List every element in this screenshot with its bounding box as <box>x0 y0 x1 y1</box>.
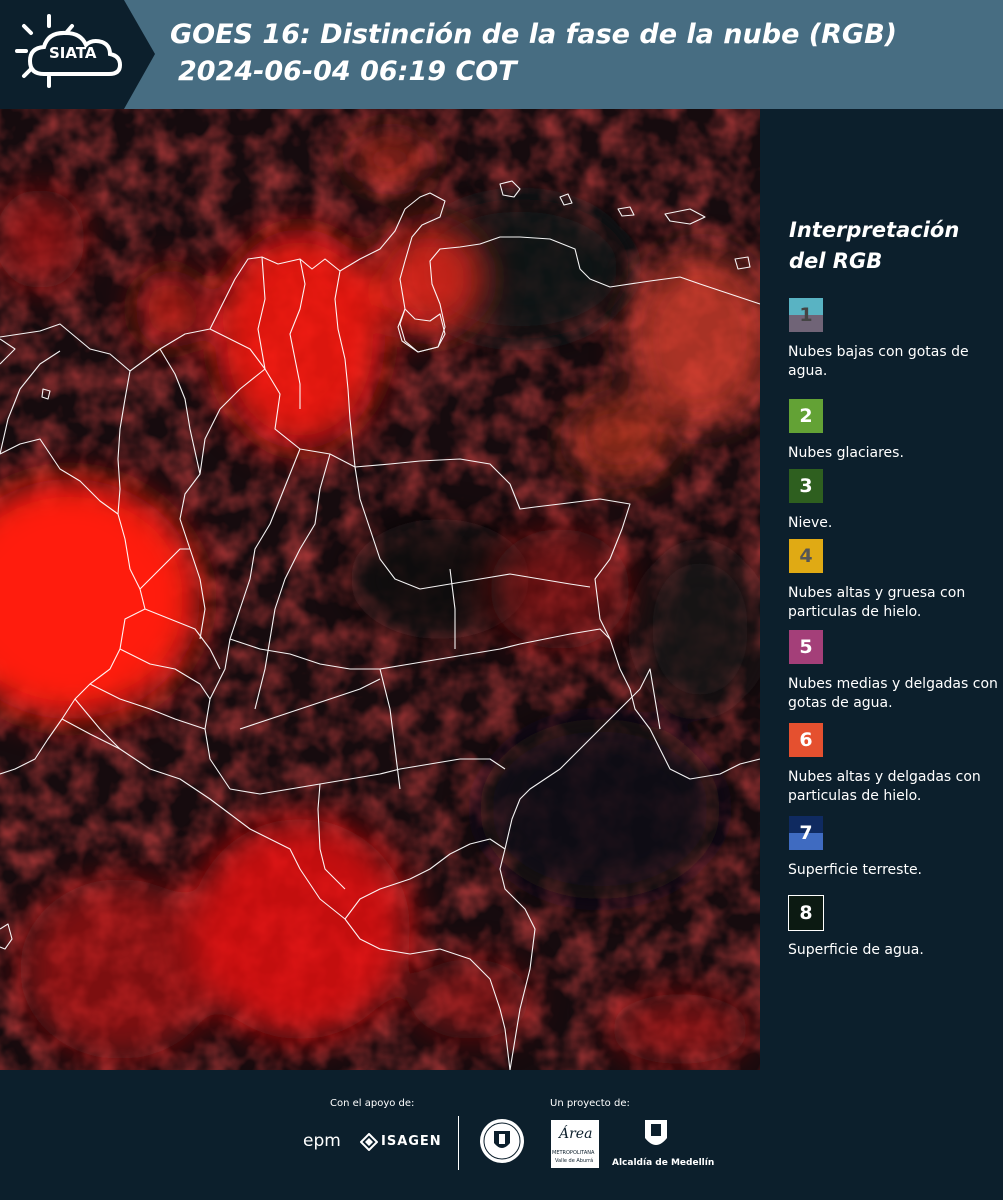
legend-item: 7 Superficie terreste. <box>788 815 998 880</box>
medellin-seal-icon <box>480 1119 524 1163</box>
footer: Con el apoyo de: Un proyecto de: epm ISA… <box>0 1070 1003 1200</box>
epm-logo: epm <box>303 1131 341 1151</box>
area-logo-name: Área <box>559 1126 593 1142</box>
legend-label: Nubes bajas con gotas de agua. <box>788 344 969 379</box>
legend-number: 5 <box>799 636 813 658</box>
satellite-map <box>0 109 760 1070</box>
legend-item: 8 Superficie de agua. <box>788 895 998 960</box>
footer-divider <box>458 1116 459 1170</box>
isagen-logo-icon <box>360 1133 378 1151</box>
legend-swatch: 6 <box>788 722 824 758</box>
legend-number: 2 <box>799 405 813 427</box>
legend-swatch: 4 <box>788 538 824 574</box>
area-logo-sub: METROPOLITANA <box>552 1150 595 1156</box>
legend-label: Nubes altas y gruesa con particulas de h… <box>788 585 966 620</box>
project-label: Un proyecto de: <box>550 1098 630 1109</box>
legend-title-line-1: Interpretación <box>789 218 960 242</box>
legend-swatch: 2 <box>788 398 824 434</box>
legend-label: Superficie terreste. <box>788 862 923 878</box>
satellite-image <box>0 109 760 1070</box>
legend-swatch: 8 <box>788 895 824 931</box>
legend-number: 6 <box>799 729 813 751</box>
legend-panel: Interpretación del RGB 1 Nubes bajas con … <box>760 109 1003 1070</box>
legend-swatch: 3 <box>788 468 824 504</box>
legend-label: Superficie de agua. <box>788 942 924 958</box>
legend-swatch: 7 <box>788 815 824 851</box>
header-bar: SIATA GOES 16: Distinción de la fase de … <box>0 0 1003 109</box>
siata-logo-text: SIATA <box>49 44 97 62</box>
legend-label: Nubes glaciares. <box>788 445 904 461</box>
support-label: Con el apoyo de: <box>330 1098 415 1109</box>
legend-title-line-2: del RGB <box>789 249 883 273</box>
legend-title: Interpretación del RGB <box>789 215 959 277</box>
page-title: GOES 16: Distinción de la fase de la nub… <box>170 16 897 90</box>
legend-label: Nubes medias y delgadas con gotas de agu… <box>788 676 998 711</box>
area-metropolitana-logo: Área METROPOLITANA Valle de Aburrá <box>551 1120 599 1168</box>
legend-number: 1 <box>799 304 813 326</box>
legend-item: 3 Nieve. <box>788 468 998 533</box>
legend-item: 5 Nubes medias y delgadas con gotas de ag… <box>788 629 998 713</box>
alcaldia-logo-text: Alcaldía de Medellín <box>612 1158 715 1168</box>
legend-label: Nieve. <box>788 515 833 531</box>
legend-number: 7 <box>799 822 813 844</box>
legend-item: 4 Nubes altas y gruesa con particulas de … <box>788 538 998 622</box>
legend-number: 4 <box>799 545 813 567</box>
alcaldia-shield-icon <box>645 1120 667 1145</box>
title-line-1: GOES 16: Distinción de la fase de la nub… <box>170 19 897 50</box>
isagen-logo: ISAGEN <box>381 1134 442 1149</box>
legend-swatch: 1 <box>788 297 824 333</box>
legend-number: 8 <box>799 902 813 924</box>
legend-item: 2 Nubes glaciares. <box>788 398 998 463</box>
legend-item: 1 Nubes bajas con gotas de agua. <box>788 297 998 381</box>
title-line-2: 2024-06-04 06:19 COT <box>178 56 517 87</box>
legend-label: Nubes altas y delgadas con particulas de… <box>788 769 981 804</box>
area-logo-sub2: Valle de Aburrá <box>555 1158 594 1164</box>
legend-swatch: 5 <box>788 629 824 665</box>
legend-item: 6 Nubes altas y delgadas con particulas d… <box>788 722 998 806</box>
legend-number: 3 <box>799 475 813 497</box>
